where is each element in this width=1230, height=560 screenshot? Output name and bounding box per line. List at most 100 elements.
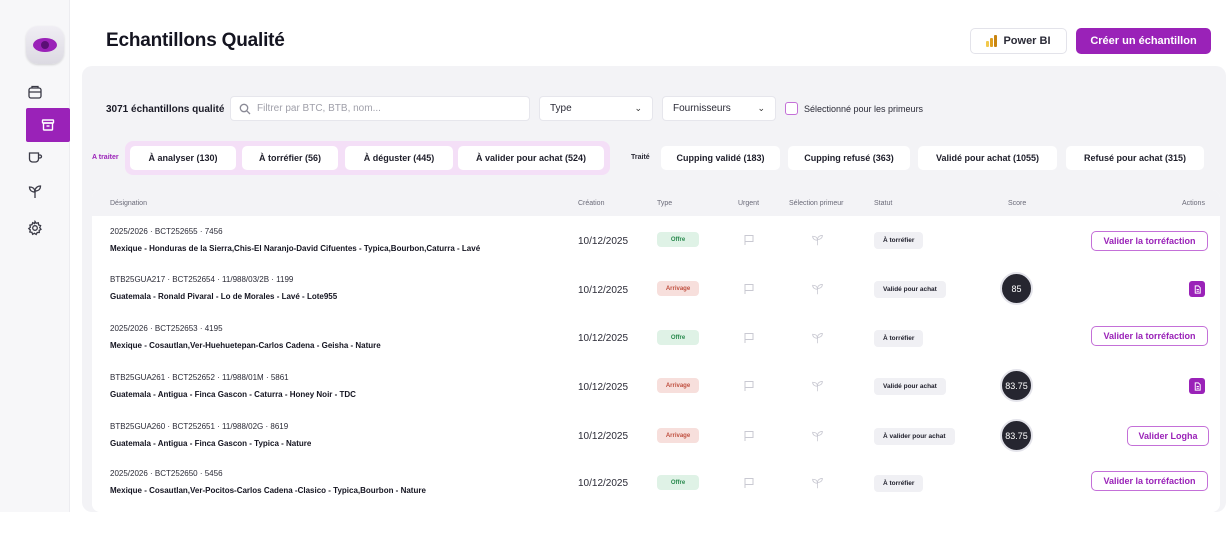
tab-cupping-refused[interactable]: Cupping refusé (363) — [788, 146, 910, 170]
chevron-down-icon: ⌄ — [757, 103, 765, 113]
row-designation: Guatemala - Antigua - Finca Gascon - Cat… — [110, 390, 356, 399]
suppliers-select-label: Fournisseurs — [673, 103, 731, 114]
primeur-label: Sélectionné pour les primeurs — [804, 103, 924, 114]
type-badge: Offre — [657, 330, 699, 345]
score-badge: 83.75 — [1000, 369, 1033, 402]
sprout-icon[interactable] — [811, 379, 824, 392]
row-date: 10/12/2025 — [578, 236, 629, 247]
row-date: 10/12/2025 — [578, 382, 629, 393]
nav-cup-icon[interactable] — [22, 145, 48, 169]
row-designation: Mexique - Cosautlan,Ver-Pocitos-Carlos C… — [110, 486, 426, 495]
type-badge: Arrivage — [657, 281, 699, 296]
status-badge: À torréfier — [874, 232, 924, 249]
score-badge: 85 — [1000, 272, 1033, 305]
tab-to-taste[interactable]: À déguster (445) — [345, 146, 453, 170]
col-actions: Actions — [1182, 200, 1205, 207]
tab-to-roast[interactable]: À torréfier (56) — [242, 146, 338, 170]
sprout-icon[interactable] — [811, 331, 824, 344]
flag-icon[interactable] — [743, 477, 755, 489]
row-designation: Mexique - Cosautlan,Ver-Huehuetepan-Carl… — [110, 341, 381, 350]
col-designation[interactable]: Désignation — [110, 200, 147, 207]
flag-icon[interactable] — [743, 332, 755, 344]
power-bi-label: Power BI — [1003, 35, 1051, 47]
row-reference: 2025/2026 · BCT252653 · 4195 — [110, 324, 223, 333]
row-date: 10/12/2025 — [578, 333, 629, 344]
tab-to-validate-purchase[interactable]: À valider pour achat (524) — [458, 146, 604, 170]
tab-to-analyze[interactable]: À analyser (130) — [130, 146, 236, 170]
document-action-button[interactable] — [1189, 281, 1205, 297]
suppliers-select[interactable]: Fournisseurs ⌄ — [662, 96, 776, 121]
col-status[interactable]: Statut — [874, 200, 892, 207]
validate-roast-button[interactable]: Valider la torréfaction — [1091, 231, 1208, 251]
search-icon — [239, 103, 251, 114]
row-date: 10/12/2025 — [578, 431, 629, 442]
validate-logha-button[interactable]: Valider Logha — [1127, 426, 1209, 446]
row-reference: BTB25GUA217 · BCT252654 · 11/988/03/2B ·… — [110, 275, 294, 284]
nav-sprout-icon[interactable] — [22, 180, 48, 204]
row-date: 10/12/2025 — [578, 478, 629, 489]
table-row[interactable]: BTB25GUA260 · BCT252651 · 11/988/02G · 8… — [92, 410, 1220, 460]
nav-gear-icon[interactable] — [22, 216, 48, 240]
table-row[interactable]: BTB25GUA217 · BCT252654 · 11/988/03/2B ·… — [92, 263, 1220, 313]
row-designation: Mexique - Honduras de la Sierra,Chis-El … — [110, 244, 481, 253]
score-badge: 83.75 — [1000, 419, 1033, 452]
table-row[interactable]: 2025/2026 · BCT252653 · 4195 Mexique - C… — [92, 313, 1220, 363]
table-row[interactable]: 2025/2026 · BCT252650 · 5456 Mexique - C… — [92, 460, 1220, 510]
type-select[interactable]: Type ⌄ — [539, 96, 653, 121]
tab-cupping-validated[interactable]: Cupping validé (183) — [661, 146, 780, 170]
col-score[interactable]: Score — [1008, 200, 1026, 207]
validate-roast-button[interactable]: Valider la torréfaction — [1091, 326, 1208, 346]
validate-roast-button[interactable]: Valider la torréfaction — [1091, 471, 1208, 491]
nav-package-icon[interactable] — [22, 80, 48, 104]
app-logo-icon[interactable] — [26, 26, 64, 64]
type-badge: Offre — [657, 232, 699, 247]
search-box[interactable] — [230, 96, 530, 121]
col-creation[interactable]: Création — [578, 200, 604, 207]
processed-label: Traité — [631, 154, 650, 161]
type-badge: Arrivage — [657, 378, 699, 393]
status-badge: À valider pour achat — [874, 428, 955, 445]
sidebar — [0, 0, 70, 512]
flag-icon[interactable] — [743, 234, 755, 246]
col-type[interactable]: Type — [657, 200, 672, 207]
row-designation: Guatemala - Antigua - Finca Gascon - Typ… — [110, 439, 312, 448]
document-action-button[interactable] — [1189, 378, 1205, 394]
status-badge: Validé pour achat — [874, 378, 946, 395]
primeur-filter[interactable]: Sélectionné pour les primeurs — [785, 102, 923, 115]
row-date: 10/12/2025 — [578, 285, 629, 296]
table-row[interactable]: BTB25GUA261 · BCT252652 · 11/988/01M · 5… — [92, 360, 1220, 410]
chevron-down-icon: ⌄ — [634, 103, 642, 113]
sprout-icon[interactable] — [811, 429, 824, 442]
row-reference: 2025/2026 · BCT252650 · 5456 — [110, 469, 223, 478]
tab-validated-purchase[interactable]: Validé pour achat (1055) — [918, 146, 1057, 170]
to-process-label: A traiter — [92, 154, 119, 161]
create-sample-button[interactable]: Créer un échantillon — [1076, 28, 1211, 54]
status-badge: À torréfier — [874, 330, 924, 347]
power-bi-icon — [986, 35, 998, 47]
sprout-icon[interactable] — [811, 282, 824, 295]
page-title: Echantillons Qualité — [106, 30, 285, 51]
flag-icon[interactable] — [743, 430, 755, 442]
type-badge: Arrivage — [657, 428, 699, 443]
type-select-label: Type — [550, 103, 572, 114]
primeur-checkbox[interactable] — [785, 102, 798, 115]
status-badge: Validé pour achat — [874, 281, 946, 298]
type-badge: Offre — [657, 475, 699, 490]
sprout-icon[interactable] — [811, 233, 824, 246]
flag-icon[interactable] — [743, 283, 755, 295]
row-reference: 2025/2026 · BCT252655 · 7456 — [110, 227, 223, 236]
tab-refused-purchase[interactable]: Refusé pour achat (315) — [1066, 146, 1204, 170]
nav-archive-icon[interactable] — [26, 108, 70, 142]
row-reference: BTB25GUA260 · BCT252651 · 11/988/02G · 8… — [110, 422, 289, 431]
search-input[interactable] — [257, 103, 517, 114]
table-header: Désignation Création Type Urgent Sélecti… — [92, 190, 1220, 216]
sample-count: 3071 échantillons qualité — [106, 104, 225, 115]
col-urgent[interactable]: Urgent — [738, 200, 759, 207]
sprout-icon[interactable] — [811, 476, 824, 489]
table-row[interactable]: 2025/2026 · BCT252655 · 7456 Mexique - H… — [92, 216, 1220, 266]
flag-icon[interactable] — [743, 380, 755, 392]
document-icon — [1194, 381, 1201, 391]
col-primeur[interactable]: Sélection primeur — [789, 200, 843, 207]
power-bi-button[interactable]: Power BI — [970, 28, 1067, 54]
samples-table: Désignation Création Type Urgent Sélecti… — [92, 190, 1220, 512]
